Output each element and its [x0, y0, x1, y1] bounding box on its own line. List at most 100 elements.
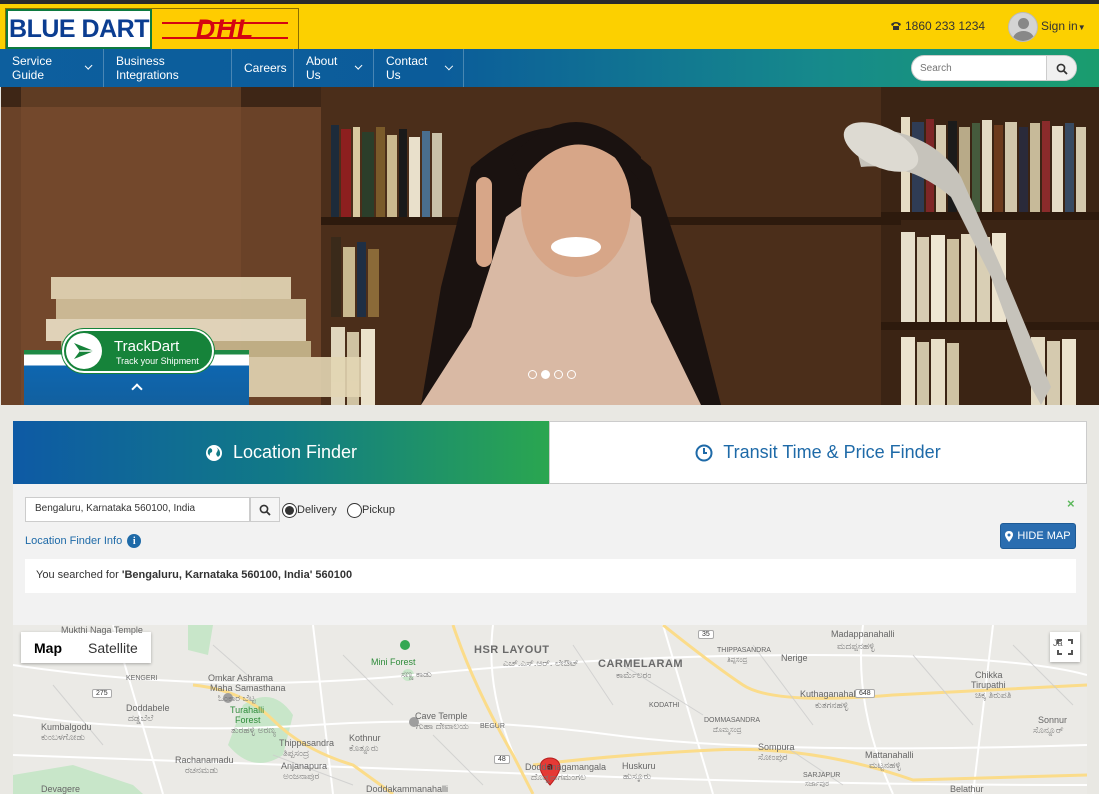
- carousel-indicators: [528, 370, 576, 379]
- map-label: Doddabele: [126, 703, 170, 713]
- map-label: ಕುಂಬಳಗೋಡು: [41, 732, 86, 742]
- location-finder-info-link[interactable]: Location Finder Info i: [25, 534, 142, 548]
- tab-location-finder[interactable]: Location Finder: [13, 421, 549, 484]
- carousel-dot[interactable]: [541, 370, 550, 379]
- dhl-logo-text: DHL: [195, 13, 255, 44]
- map-label: KODATHI: [649, 702, 680, 709]
- road-shield: 35: [698, 630, 714, 639]
- carousel-dot[interactable]: [554, 370, 563, 379]
- road-shield: 48: [494, 755, 510, 764]
- send-arrow-icon: [66, 333, 102, 369]
- map-type-toggle: Map Satellite: [21, 632, 151, 663]
- search-icon: [259, 504, 271, 516]
- map-label: Mukthi Naga Temple: [61, 625, 143, 635]
- search-icon: [1056, 63, 1068, 75]
- map-label: ಮದಪ್ಪನಹಳ್ಳಿ: [837, 641, 875, 651]
- map-label: Huskuru: [622, 761, 656, 771]
- phone-contact: 1860 233 1234: [890, 19, 985, 33]
- close-icon[interactable]: ×: [1067, 496, 1075, 511]
- road-shield: 275: [92, 689, 112, 698]
- map-view[interactable]: Map Satellite Mukthi Naga Temple HSR LAY…: [13, 625, 1087, 794]
- map-label: Rachanamadu: [175, 755, 234, 765]
- phone-icon: [891, 22, 901, 30]
- tab-label: Transit Time & Price Finder: [723, 442, 941, 462]
- map-type-map[interactable]: Map: [21, 632, 75, 663]
- map-label: Ja: [1053, 638, 1063, 648]
- chevron-down-icon: [444, 61, 453, 71]
- tab-label: Location Finder: [232, 442, 358, 462]
- search-input[interactable]: [920, 60, 1040, 77]
- signin-label: Sign in: [1041, 19, 1078, 33]
- map-label: ಕೊತ್ನೂರು: [349, 743, 379, 753]
- signin-dropdown[interactable]: Sign in▼: [1041, 19, 1086, 33]
- location-search-button[interactable]: [250, 497, 280, 522]
- tab-transit-time-price[interactable]: Transit Time & Price Finder: [549, 421, 1087, 484]
- radio-delivery[interactable]: [282, 503, 297, 518]
- trackdart-badge[interactable]: TrackDart Track your Shipment: [62, 329, 214, 373]
- map-label: ತುರಹಳ್ಳಿ ಅರಣ್ಯ: [231, 725, 276, 735]
- caret-down-icon: ▼: [1077, 23, 1086, 32]
- map-label: Cave Temple: [415, 711, 468, 721]
- map-label: Tirupathi: [971, 680, 1006, 690]
- map-label: Thippasandra: [279, 738, 335, 748]
- info-link-label: Location Finder Info: [25, 535, 123, 547]
- map-label: ತಿಪ್ಪಸಂದ್ರ: [283, 748, 310, 758]
- nav-contact-us[interactable]: Contact Us: [374, 49, 464, 87]
- map-label: ಗುಹಾ ದೇವಾಲಯ: [416, 721, 469, 731]
- map-label: ಸರ್ಜಾಪುರ: [805, 781, 829, 788]
- map-label: ಹುಸ್ಕೂರು: [623, 771, 652, 781]
- map-label: CARMELARAM: [598, 658, 684, 670]
- map-label: Sonnur: [1038, 715, 1068, 725]
- search-button[interactable]: [1046, 56, 1076, 80]
- radio-pickup-label: Pickup: [362, 504, 396, 516]
- map-label: Forest: [235, 715, 261, 725]
- map-label: Devagere: [41, 784, 81, 794]
- carousel-dot[interactable]: [528, 370, 537, 379]
- nav-label: Contact Us: [386, 54, 428, 82]
- map-label: Sompura: [758, 742, 795, 752]
- nav-careers[interactable]: Careers: [232, 49, 294, 87]
- map-label: Doddanagamangala: [525, 762, 607, 772]
- avatar[interactable]: [1008, 12, 1038, 42]
- map-label: Chikka: [975, 670, 1003, 680]
- map-type-satellite[interactable]: Satellite: [75, 632, 151, 663]
- search-result-text: You searched for 'Bengaluru, Karnataka 5…: [25, 559, 1076, 593]
- trackdart-title: TrackDart: [114, 338, 180, 355]
- hide-map-label: HIDE MAP: [1017, 530, 1071, 542]
- nav-about-us[interactable]: About Us: [294, 49, 374, 87]
- globe-icon: [205, 444, 222, 461]
- map-label: ಸೋಂಪುರ: [758, 752, 788, 762]
- trackdart-widget[interactable]: TrackDart Track your Shipment: [24, 327, 249, 405]
- map-label: SARJAPUR: [803, 772, 841, 779]
- info-icon: i: [127, 534, 142, 548]
- nav-service-guide[interactable]: Service Guide: [0, 49, 104, 87]
- carousel-dot[interactable]: [567, 370, 576, 379]
- map-label: Doddakammanahalli: [366, 784, 449, 794]
- map-label: ದಡ್ಡಬೆಲೆ: [128, 713, 154, 723]
- nav-label: Business Integrations: [116, 54, 179, 82]
- map-marker-icon: [1005, 530, 1014, 542]
- map-label: Turahalli: [230, 705, 265, 715]
- map-label: THIPPASANDRA: [717, 647, 771, 654]
- hide-map-button[interactable]: HIDE MAP: [1000, 523, 1076, 549]
- result-query: 'Bengaluru, Karnataka 560100, India' 560…: [121, 569, 353, 581]
- map-label: ದೊಡ್ಡನಾಗಮಂಗಲ: [531, 772, 586, 782]
- clock-icon: [695, 444, 713, 461]
- map-label: Mini Forest: [371, 657, 416, 667]
- map-label: BEGUR: [480, 723, 505, 730]
- map-label: ದೊಮ್ಮಸಂದ್ರ: [713, 727, 742, 734]
- map-label: ತಿಪ್ಪಸಂದ್ರ: [727, 657, 748, 664]
- map-label: KENGERI: [126, 675, 158, 682]
- location-search-input[interactable]: Bengaluru, Karnataka 560100, India: [25, 497, 250, 522]
- map-label: ಎಚ್.ಎಸ್.ಆರ್. ಲೇಔಟ್: [503, 658, 579, 668]
- bluedart-dhl-logo[interactable]: BLUE DART DHL: [5, 8, 299, 50]
- bluedart-logo-text: BLUE DART: [9, 14, 149, 43]
- nav-business-integrations[interactable]: Business Integrations: [104, 49, 232, 87]
- site-search: [911, 55, 1077, 81]
- map-label: Nerige: [781, 653, 808, 663]
- map-label: DOMMASANDRA: [704, 717, 761, 724]
- map-label: ಓಂಕಾರ ಬೆಟ್ಟ: [218, 693, 256, 703]
- radio-pickup[interactable]: [347, 503, 362, 518]
- map-label: ಸಣ್ಣ ಕಾಡು: [401, 669, 432, 679]
- nav-label: Service Guide: [12, 54, 53, 82]
